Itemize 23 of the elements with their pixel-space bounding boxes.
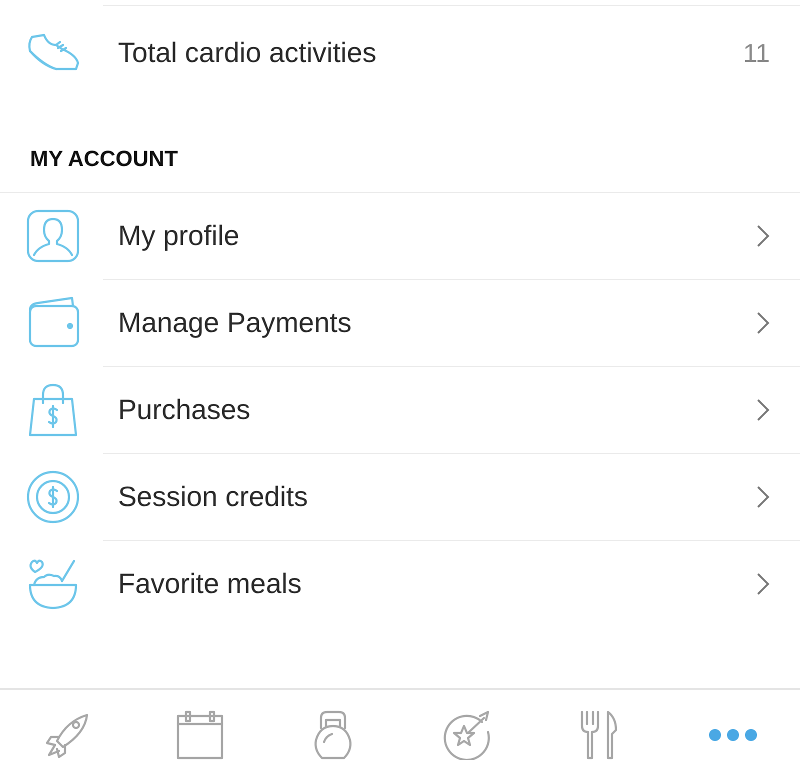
- coin-icon: [26, 470, 80, 524]
- menu-item[interactable]: Favorite meals: [0, 541, 800, 627]
- chevron-icon: [756, 398, 770, 422]
- menu-item[interactable]: My profile: [0, 193, 800, 279]
- more-icon: [708, 728, 758, 742]
- chevron-icon: [756, 311, 770, 335]
- chevron-icon: [756, 485, 770, 509]
- stat-count: 11: [743, 38, 770, 68]
- shopping-bag-icon: [26, 383, 80, 437]
- kettlebell-icon: [312, 710, 354, 760]
- profile-icon: [26, 209, 80, 263]
- section-heading: MY ACCOUNT: [30, 146, 178, 172]
- menu-item[interactable]: Manage Payments: [0, 280, 800, 366]
- stat-label: Total cardio activities: [118, 37, 378, 69]
- menu-item[interactable]: Session credits: [0, 454, 800, 540]
- menu-item[interactable]: Purchases: [0, 367, 800, 453]
- wallet-icon: [26, 296, 80, 350]
- fork-knife-icon: [580, 710, 620, 760]
- chevron-icon: [756, 224, 770, 248]
- bowl-icon: [26, 557, 80, 611]
- calendar-icon: [176, 710, 224, 760]
- chevron-icon: [756, 572, 770, 596]
- star-badge-icon: [442, 710, 492, 760]
